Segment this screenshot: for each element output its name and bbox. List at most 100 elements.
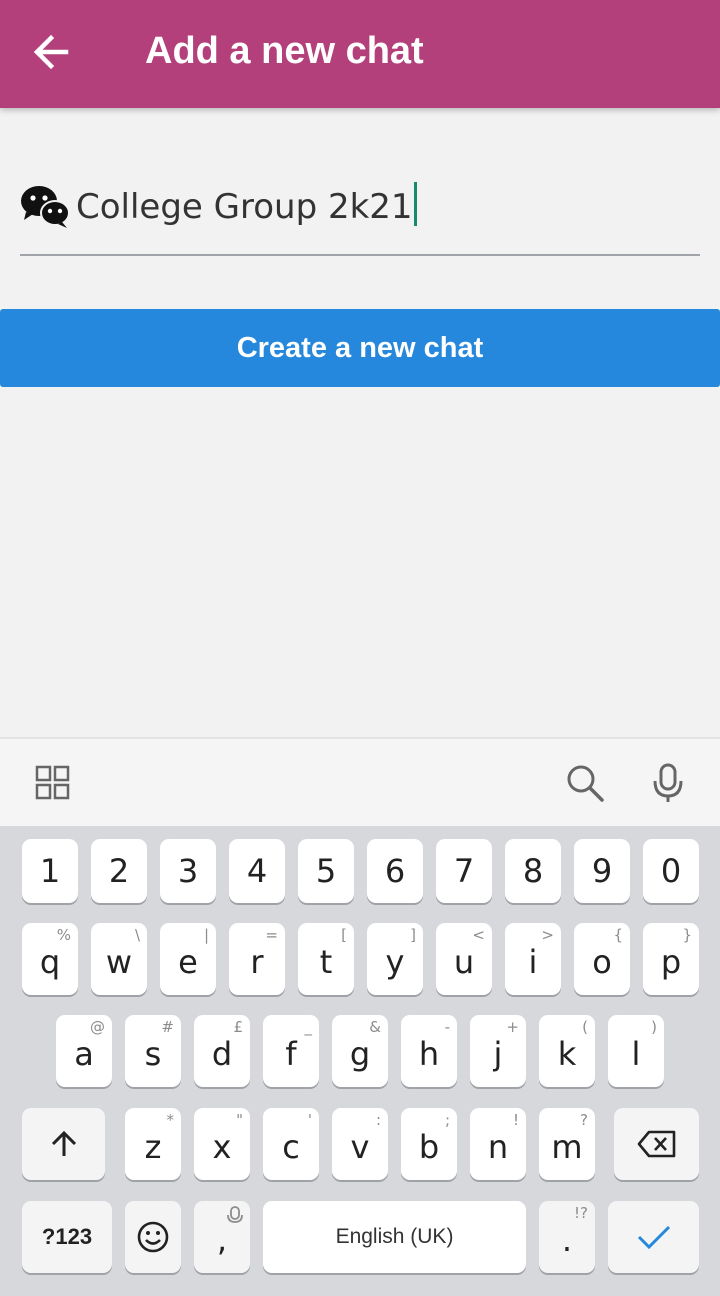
comma-key-label: , <box>216 1221 228 1259</box>
key-hint: - <box>444 1018 450 1036</box>
key-q[interactable]: % q <box>22 923 78 995</box>
grid-menu-icon[interactable] <box>34 763 74 803</box>
key-label: d <box>211 1035 233 1073</box>
key-label: 6 <box>384 852 406 890</box>
key-i[interactable]: > i <box>505 923 561 995</box>
page-title: Add a new chat <box>145 30 424 72</box>
key-hint: ] <box>410 926 416 944</box>
keyboard: 1234567890 % q \ w | e = r[t] y < u > i{o} p @ a # s £ d _ f… <box>0 826 720 1296</box>
key-label: q <box>39 943 61 981</box>
key-label: i <box>528 943 538 981</box>
chat-name-field[interactable]: College Group 2k21 <box>20 170 700 256</box>
key-hint: = <box>265 926 278 944</box>
mic-hint-icon <box>227 1206 243 1223</box>
app-bar: Add a new chat <box>0 0 720 108</box>
space-key-label: English (UK) <box>335 1225 454 1248</box>
key-t[interactable]: [t <box>298 923 354 995</box>
key-u[interactable]: < u <box>436 923 492 995</box>
key-hint: " <box>236 1111 243 1129</box>
key-label: 0 <box>660 852 682 890</box>
key-p[interactable]: } p <box>643 923 699 995</box>
key-l[interactable]: ) l <box>608 1015 664 1087</box>
key-r[interactable]: = r <box>229 923 285 995</box>
key-s[interactable]: # s <box>125 1015 181 1087</box>
key-label: h <box>418 1035 440 1073</box>
key-k[interactable]: (k <box>539 1015 595 1087</box>
search-icon[interactable] <box>565 763 605 803</box>
key-a[interactable]: @ a <box>56 1015 112 1087</box>
key-j[interactable]: + j <box>470 1015 526 1087</box>
key-label: b <box>418 1128 440 1166</box>
key-label: a <box>74 1035 94 1073</box>
key-g[interactable]: & g <box>332 1015 388 1087</box>
key-digit-6[interactable]: 6 <box>367 839 423 903</box>
keyboard-toolbar <box>0 737 720 826</box>
key-hint: + <box>506 1018 519 1036</box>
key-label: t <box>319 943 333 981</box>
key-n[interactable]: ! n <box>470 1108 526 1180</box>
key-o[interactable]: {o <box>574 923 630 995</box>
key-hint: & <box>369 1018 381 1036</box>
key-w[interactable]: \ w <box>91 923 147 995</box>
key-digit-1[interactable]: 1 <box>22 839 78 903</box>
shift-arrow-icon <box>51 1130 76 1156</box>
key-label: c <box>282 1128 300 1166</box>
key-x[interactable]: " x <box>194 1108 250 1180</box>
key-label: e <box>178 943 198 981</box>
chat-name-input[interactable]: College Group 2k21 <box>76 182 417 227</box>
backspace-key[interactable] <box>614 1108 699 1180</box>
arrow-left-icon <box>33 34 69 70</box>
text-cursor <box>413 182 417 226</box>
key-hint: @ <box>90 1018 105 1036</box>
key-label: 2 <box>108 852 130 890</box>
key-label: j <box>493 1035 503 1073</box>
key-digit-8[interactable]: 8 <box>505 839 561 903</box>
key-digit-3[interactable]: 3 <box>160 839 216 903</box>
key-label: p <box>660 943 682 981</box>
key-hint: : <box>375 1111 381 1129</box>
space-key[interactable]: English (UK) <box>263 1201 526 1273</box>
key-hint: { <box>613 926 623 944</box>
symbols-key[interactable]: ?123 <box>22 1201 112 1273</box>
backspace-icon <box>637 1130 675 1158</box>
key-m[interactable]: ? m <box>539 1108 595 1180</box>
key-z[interactable]: * z <box>125 1108 181 1180</box>
create-chat-button[interactable]: Create a new chat <box>0 309 720 387</box>
enter-key[interactable] <box>608 1201 699 1273</box>
key-d[interactable]: £ d <box>194 1015 250 1087</box>
key-y[interactable]: ] y <box>367 923 423 995</box>
back-button[interactable] <box>26 26 78 78</box>
shift-key[interactable] <box>22 1108 105 1180</box>
key-digit-0[interactable]: 0 <box>643 839 699 903</box>
comma-key[interactable]: , <box>194 1201 250 1273</box>
key-h[interactable]: -h <box>401 1015 457 1087</box>
key-hint: ? <box>580 1111 588 1129</box>
key-hint: # <box>161 1018 174 1036</box>
key-label: g <box>349 1035 371 1073</box>
key-c[interactable]: ' c <box>263 1108 319 1180</box>
key-label: 1 <box>39 852 61 890</box>
key-label: o <box>592 943 612 981</box>
microphone-icon[interactable] <box>648 763 688 803</box>
emoji-key[interactable] <box>125 1201 181 1273</box>
key-hint: > <box>541 926 554 944</box>
key-digit-9[interactable]: 9 <box>574 839 630 903</box>
key-e[interactable]: | e <box>160 923 216 995</box>
key-digit-7[interactable]: 7 <box>436 839 492 903</box>
period-key[interactable]: !? . <box>539 1201 595 1273</box>
key-digit-4[interactable]: 4 <box>229 839 285 903</box>
key-b[interactable]: ; b <box>401 1108 457 1180</box>
key-label: y <box>385 943 405 981</box>
key-label: 3 <box>177 852 199 890</box>
key-digit-5[interactable]: 5 <box>298 839 354 903</box>
key-hint: ! <box>512 1111 519 1129</box>
key-digit-2[interactable]: 2 <box>91 839 147 903</box>
key-hint: ( <box>582 1018 588 1036</box>
key-v[interactable]: :v <box>332 1108 388 1180</box>
key-label: w <box>105 943 133 981</box>
key-label: r <box>250 943 264 981</box>
key-hint: £ <box>233 1018 243 1036</box>
key-label: f <box>285 1035 297 1073</box>
period-key-hint: !? <box>574 1204 588 1222</box>
key-f[interactable]: _ f <box>263 1015 319 1087</box>
